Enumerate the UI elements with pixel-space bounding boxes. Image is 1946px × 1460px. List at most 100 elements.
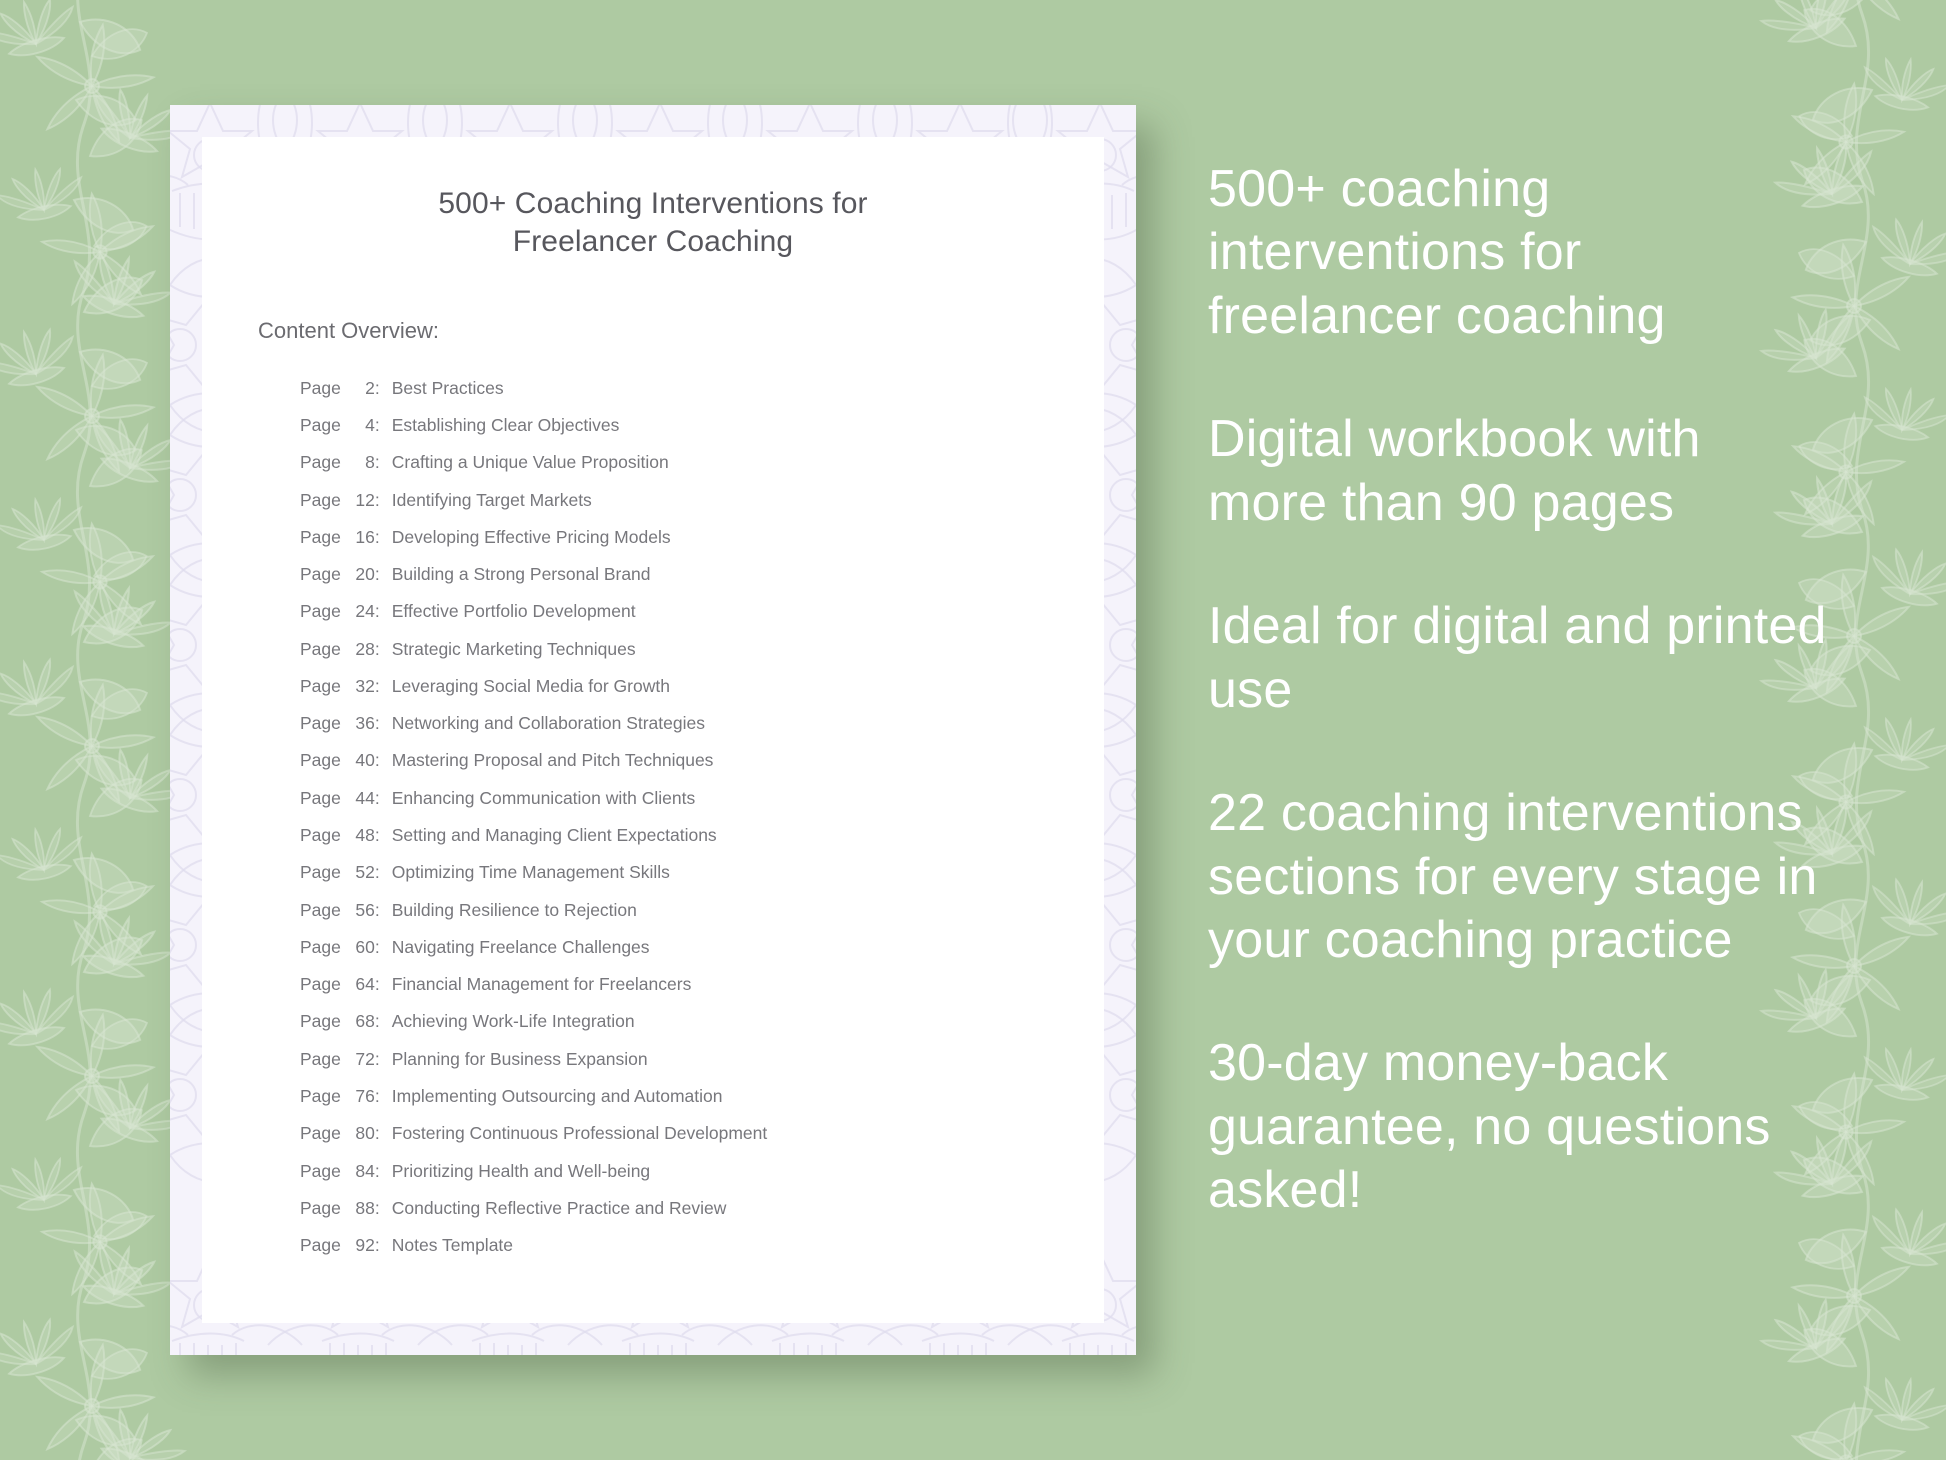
toc-page-number: 36 (355, 713, 375, 734)
toc-entry-title: Navigating Freelance Challenges (391, 936, 650, 957)
toc-colon: : (374, 1160, 380, 1181)
toc-page-word: Page (300, 1048, 341, 1069)
toc-colon: : (374, 1235, 380, 1256)
toc-page-number: 20 (355, 564, 375, 585)
toc-entry: Page 68: Achieving Work-Life Integration (258, 1004, 1048, 1041)
toc-entry-title: Conducting Reflective Practice and Revie… (391, 1197, 727, 1218)
toc-entry: Page 20: Building a Strong Personal Brand (258, 556, 1048, 593)
toc-page-word: Page (300, 1123, 341, 1144)
toc-entry-title: Enhancing Communication with Clients (391, 787, 696, 808)
toc-page-number: 52 (355, 862, 375, 883)
toc-page-number: 28 (355, 638, 375, 659)
document-title: 500+ Coaching Interventions for Freelanc… (258, 185, 1048, 262)
toc-colon: : (374, 414, 380, 435)
toc-page-word: Page (300, 601, 341, 622)
toc-page-word: Page (300, 787, 341, 808)
toc-page-word: Page (300, 1235, 341, 1256)
toc-page-word: Page (300, 974, 341, 995)
marketing-text-block: 22 coaching interventions sections for e… (1208, 784, 1818, 969)
toc-entry: Page 52: Optimizing Time Management Skills (258, 854, 1048, 891)
toc-page-number: 68 (355, 1011, 375, 1032)
toc-page-word: Page (300, 750, 341, 771)
toc-page-word: Page (300, 1011, 341, 1032)
toc-page-number: 32 (355, 675, 375, 696)
marketing-text-block: 30-day money-back guarantee, no question… (1208, 1034, 1771, 1220)
toc-colon: : (374, 377, 380, 398)
toc-entry-title: Setting and Managing Client Expectations (391, 825, 717, 846)
toc-page-number: 44 (355, 787, 375, 808)
toc-entry: Page 76: Implementing Outsourcing and Auto… (258, 1078, 1048, 1115)
toc-page-number: 80 (355, 1123, 375, 1144)
toc-entry: Page 84: Prioritizing Health and Well-bein… (258, 1153, 1048, 1190)
toc-entry-title: Identifying Target Markets (391, 489, 592, 510)
toc-entry-title: Crafting a Unique Value Proposition (391, 452, 669, 473)
toc-entry-title: Building Resilience to Rejection (391, 899, 637, 920)
toc-entry-title: Networking and Collaboration Strategies (391, 713, 705, 734)
toc-colon: : (374, 1197, 380, 1218)
toc-colon: : (374, 1086, 380, 1107)
toc-page-number: 16 (355, 526, 375, 547)
toc-entry-title: Establishing Clear Objectives (391, 414, 620, 435)
toc-colon: : (374, 452, 380, 473)
toc-entry: Page 60: Navigating Freelance Challenges (258, 929, 1048, 966)
toc-colon: : (374, 638, 380, 659)
toc-colon: : (374, 1011, 380, 1032)
toc-page-word: Page (300, 1160, 341, 1181)
toc-page-number: 72 (355, 1048, 375, 1069)
toc-page-word: Page (300, 936, 341, 957)
toc-page-word: Page (300, 825, 341, 846)
marketing-text-block: 500+ coaching interventions for freelanc… (1208, 160, 1666, 345)
toc-colon: : (374, 1123, 380, 1144)
toc-entry: Page 88: Conducting Reflective Practice an… (258, 1190, 1048, 1227)
document-title-line2: Freelancer Coaching (512, 225, 794, 259)
document-card: 500+ Coaching Interventions for Freelanc… (170, 105, 1136, 1355)
toc-page-word: Page (300, 564, 341, 585)
toc-entry-title: Best Practices (391, 377, 504, 398)
toc-entry-title: Achieving Work-Life Integration (391, 1011, 635, 1032)
toc-colon: : (374, 750, 380, 771)
toc-page-word: Page (300, 1197, 341, 1218)
toc-colon: : (374, 787, 380, 808)
toc-entry-title: Notes Template (391, 1235, 514, 1256)
toc-entry: Page 4: Establishing Clear Objectives (258, 407, 1048, 444)
toc-entry: Page 48: Setting and Managing Client Expec… (258, 817, 1048, 854)
toc-page-number: 60 (355, 936, 375, 957)
toc-entry: Page 56: Building Resilience to Rejection (258, 892, 1048, 929)
toc-entry-title: Planning for Business Expansion (391, 1048, 648, 1069)
toc-page-word: Page (300, 675, 341, 696)
toc-entry-title: Implementing Outsourcing and Automation (391, 1086, 723, 1107)
toc-page-word: Page (300, 526, 341, 547)
marketing-text-block: Ideal for digital and printed use (1208, 597, 1827, 719)
toc-entry: Page 36: Networking and Collaboration Stra… (258, 705, 1048, 742)
toc-page-word: Page (300, 899, 341, 920)
toc-entry-title: Prioritizing Health and Well-being (391, 1160, 651, 1181)
toc-page-number: 56 (355, 899, 375, 920)
toc-page-word: Page (300, 489, 341, 510)
document-page: 500+ Coaching Interventions for Freelanc… (202, 137, 1104, 1323)
toc-page-word: Page (300, 1086, 341, 1107)
toc-entry-title: Mastering Proposal and Pitch Techniques (391, 750, 714, 771)
toc-colon: : (374, 713, 380, 734)
toc-entry: Page 80: Fostering Continuous Professional… (258, 1115, 1048, 1152)
toc-entry: Page 8: Crafting a Unique Value Propositio… (258, 444, 1048, 481)
toc-colon: : (374, 825, 380, 846)
toc-colon: : (374, 675, 380, 696)
toc-page-number: 40 (355, 750, 375, 771)
toc-page-word: Page (300, 414, 341, 435)
toc-colon: : (374, 974, 380, 995)
toc-page-word: Page (300, 713, 341, 734)
toc-page-number: 76 (355, 1086, 375, 1107)
toc-entry: Page 40: Mastering Proposal and Pitch Tech… (258, 743, 1048, 780)
toc-entry: Page 32: Leveraging Social Media for Growt… (258, 668, 1048, 705)
toc-page-number: 48 (355, 825, 375, 846)
toc-entry: Page 16: Developing Effective Pricing Mode… (258, 519, 1048, 556)
toc-colon: : (374, 489, 380, 510)
toc-page-word: Page (300, 638, 341, 659)
toc-entry-title: Strategic Marketing Techniques (391, 638, 636, 659)
toc-page-number: 4 (365, 414, 375, 435)
marketing-text-block: Digital workbook with more than 90 pages (1208, 410, 1701, 532)
toc-colon: : (374, 526, 380, 547)
toc-page-word: Page (300, 377, 341, 398)
content-overview-label: Content Overview: (258, 317, 439, 343)
toc-entry: Page 2: Best Practices (258, 370, 1048, 407)
